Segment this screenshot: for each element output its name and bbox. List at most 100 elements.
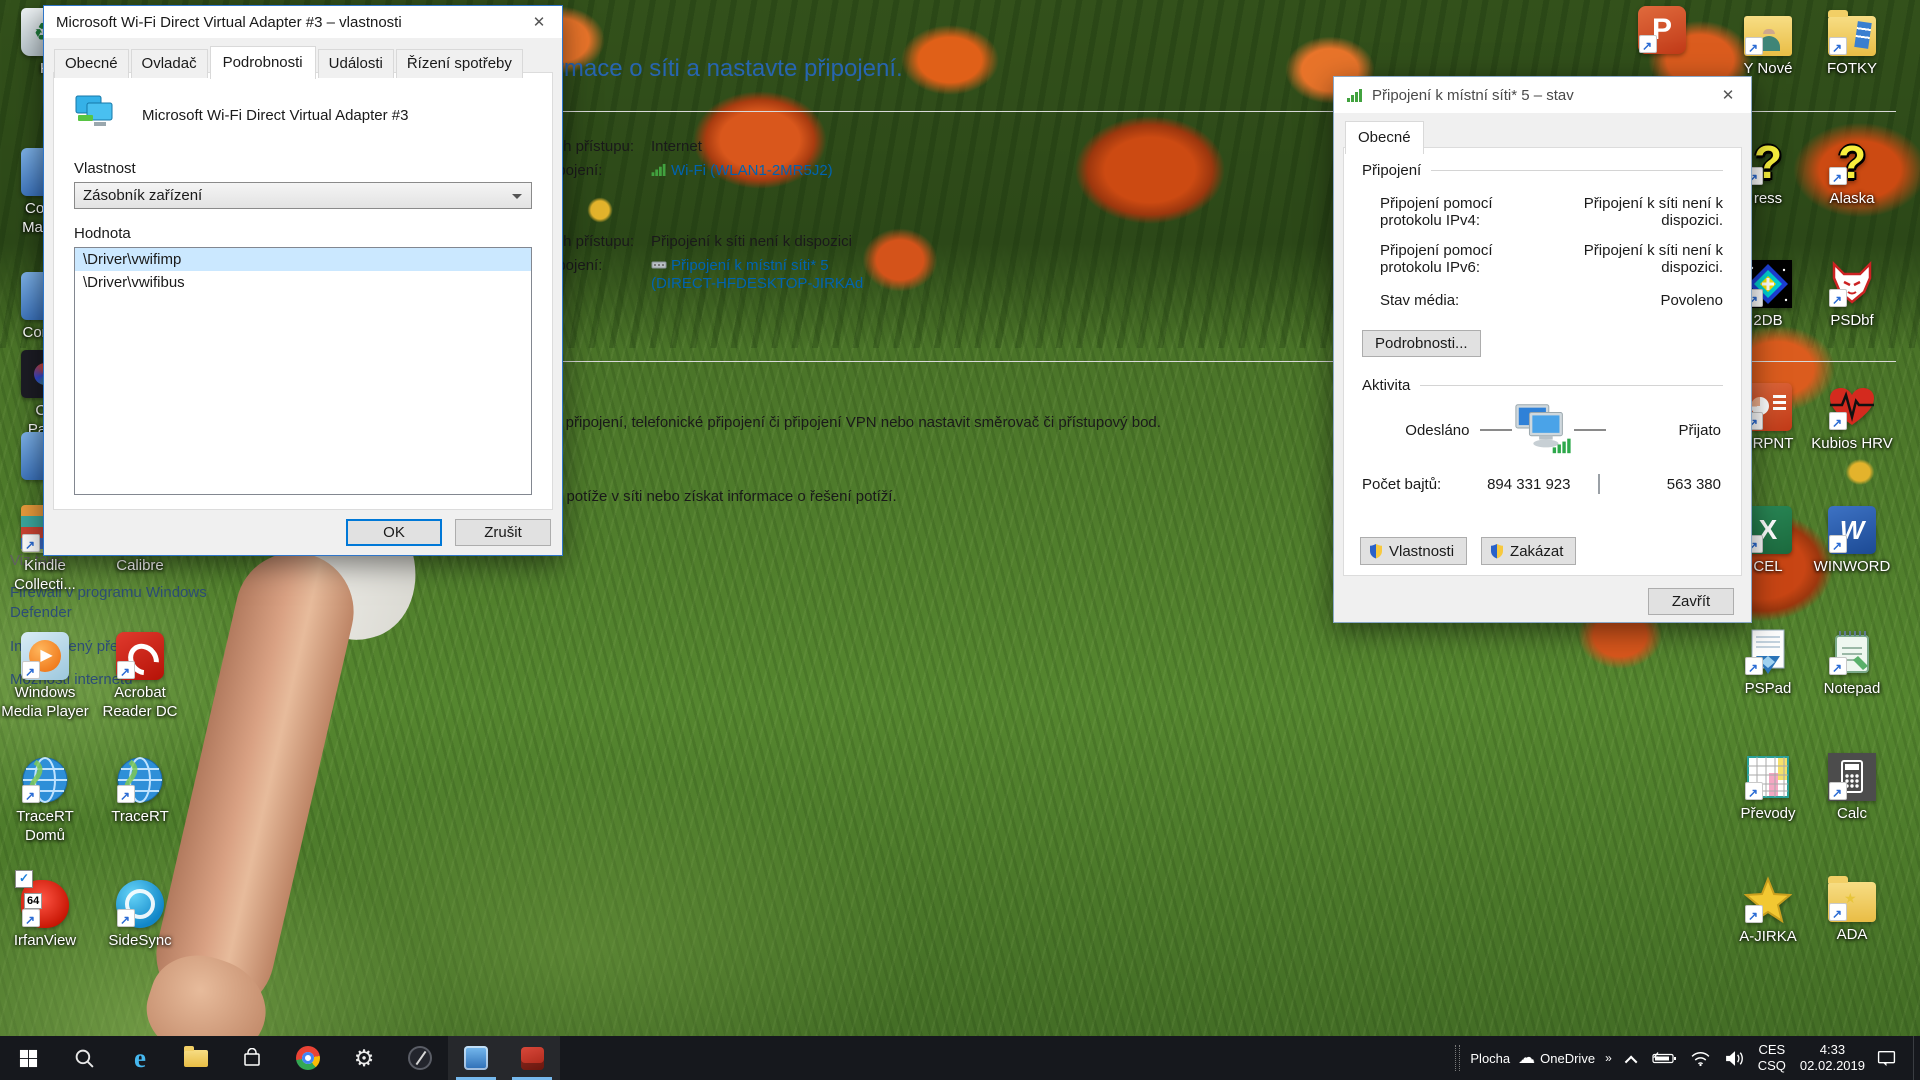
desktop-icon-ajirka[interactable]: A-JIRKA: [1720, 876, 1816, 947]
group-connection-label: Připojení: [1362, 162, 1421, 179]
status-dialog-titlebar[interactable]: Připojení k místní síti* 5 – stav ✕: [1334, 77, 1751, 113]
properties-button[interactable]: Vlastnosti: [1360, 537, 1467, 565]
edge-icon: e: [134, 1045, 146, 1072]
cancel-button[interactable]: Zrušit: [455, 519, 551, 546]
system-tray: Plocha OneDrive » CES CSQ 4:33 02.02.201…: [1451, 1036, 1920, 1080]
close-icon[interactable]: ✕: [1705, 77, 1751, 113]
close-button[interactable]: Zavřít: [1648, 588, 1734, 615]
tab-podrobnosti[interactable]: Podrobnosti: [210, 46, 316, 79]
taskbar-browser-circle[interactable]: [392, 1036, 448, 1080]
desktop-icon-label: A-JIRKA: [1720, 928, 1816, 947]
list-item[interactable]: \Driver\vwifibus: [75, 271, 531, 294]
ipv6-label: Připojení pomocí protokolu IPv6:: [1380, 242, 1555, 276]
search-icon: [74, 1048, 95, 1069]
wifi-connection-link[interactable]: Wi-Fi (WLAN1-2MR5J2): [671, 162, 833, 179]
access-type-value: Připojení k síti není k dispozici: [651, 233, 866, 250]
network-details: Druh přístupu: Internet Připojení: Wi-Fi…: [524, 136, 896, 231]
dash-line: [1574, 429, 1606, 431]
taskbar-file-explorer[interactable]: [168, 1036, 224, 1080]
activity-computers-icon: [1512, 402, 1574, 458]
desktop-icon-wmp[interactable]: Windows Media Player: [0, 632, 93, 722]
taskbar: e ⚙ Plocha OneDrive » CES CSQ 4:33 02.02…: [0, 1036, 1920, 1080]
details-button[interactable]: Podrobnosti...: [1362, 330, 1481, 357]
desktop-icon-pspad[interactable]: PSPad: [1720, 628, 1816, 699]
taskbar-edge[interactable]: e: [112, 1036, 168, 1080]
search-button[interactable]: [56, 1036, 112, 1080]
list-item-selected[interactable]: \Driver\vwifimp: [75, 248, 531, 271]
clock[interactable]: 4:33 02.02.2019: [1800, 1042, 1865, 1075]
lan-connection-link[interactable]: Připojení k místní síti* 5: [671, 257, 829, 274]
taskbar-red-app[interactable]: [504, 1036, 560, 1080]
taskbar-store[interactable]: [224, 1036, 280, 1080]
hidden-icons-chevron[interactable]: [1624, 1055, 1637, 1068]
taskbar-settings[interactable]: ⚙: [336, 1036, 392, 1080]
start-button[interactable]: [0, 1036, 56, 1080]
disable-button[interactable]: Zakázat: [1481, 537, 1576, 565]
taskbar-control-panel[interactable]: [448, 1036, 504, 1080]
desktop-icon-fotky[interactable]: FOTKY: [1804, 10, 1900, 79]
desktop-icon-irfanview[interactable]: IrfanView: [0, 880, 93, 951]
chevron-down-icon: [512, 194, 522, 204]
value-label: Hodnota: [74, 225, 532, 242]
ethernet-icon: [651, 258, 667, 275]
properties-dialog-titlebar[interactable]: Microsoft Wi-Fi Direct Virtual Adapter #…: [44, 6, 562, 38]
windows-media-player-icon: [21, 632, 69, 680]
device-name: Microsoft Wi-Fi Direct Virtual Adapter #…: [142, 107, 408, 124]
media-state-value: Povoleno: [1555, 292, 1723, 309]
desktop-icon-prevody[interactable]: Převody: [1720, 753, 1816, 824]
wifi-tray-icon[interactable]: [1690, 1050, 1711, 1067]
desktop-icon-kubios[interactable]: Kubios HRV: [1804, 383, 1900, 454]
desktop-icon-psdbf[interactable]: PSDbf: [1804, 260, 1900, 331]
desktop-icon-label: Kubios HRV: [1804, 435, 1900, 454]
desktop-icon-tracert[interactable]: TraceRT: [92, 756, 188, 827]
tab-obecne[interactable]: Obecné: [54, 49, 129, 78]
control-panel-icon: [464, 1046, 488, 1070]
desktop-icon-notepad[interactable]: Notepad: [1804, 628, 1900, 699]
desktop-icon-powerpoint[interactable]: [1614, 6, 1710, 58]
desktop-icon-y-nove[interactable]: Y Nové: [1720, 10, 1816, 79]
show-desktop-button[interactable]: [1913, 1036, 1920, 1080]
desktop-icon-tracert-domu[interactable]: TraceRT Domů: [0, 756, 93, 846]
property-dropdown[interactable]: Zásobník zařízení: [74, 182, 532, 209]
received-label: Přijato: [1606, 422, 1724, 439]
uac-shield-icon: [1369, 543, 1383, 559]
desktop-icon-label: WINWORD: [1804, 558, 1900, 577]
desktop-icon-label: TraceRT Domů: [0, 808, 93, 846]
tab-udalosti[interactable]: Události: [318, 49, 394, 78]
desktop-icon-acrobat[interactable]: Acrobat Reader DC: [92, 632, 188, 722]
value-listbox[interactable]: \Driver\vwifimp \Driver\vwifibus: [74, 247, 532, 495]
properties-dialog-page: Microsoft Wi-Fi Direct Virtual Adapter #…: [53, 72, 553, 510]
toolbar-grip[interactable]: [1455, 1045, 1460, 1071]
store-bag-icon: [242, 1048, 262, 1068]
ok-button[interactable]: OK: [346, 519, 442, 546]
language-indicator[interactable]: CES CSQ: [1758, 1042, 1786, 1075]
ipv6-value: Připojení k síti není k dispozici.: [1555, 242, 1723, 276]
sent-label: Odesláno: [1362, 422, 1480, 439]
divider: [1598, 474, 1600, 494]
action-center-icon[interactable]: [1877, 1050, 1896, 1067]
speaker-icon[interactable]: [1724, 1050, 1745, 1067]
toolbar-overflow-chevron[interactable]: »: [1605, 1051, 1612, 1065]
desktop-icon-calc[interactable]: Calc: [1804, 753, 1900, 824]
irfanview-icon: [21, 880, 69, 928]
desktop-icon-alaska[interactable]: Alaska: [1804, 138, 1900, 209]
desktop-icon-label: Calibre: [92, 557, 188, 576]
onedrive-tray-item[interactable]: OneDrive: [1518, 1048, 1595, 1068]
battery-icon[interactable]: [1651, 1051, 1677, 1065]
tab-obecne[interactable]: Obecné: [1345, 121, 1424, 154]
powerpoint-icon: [1638, 6, 1686, 54]
chrome-icon: [296, 1046, 320, 1070]
fox-icon: [1828, 260, 1876, 308]
lan-connection-link-line2[interactable]: (DIRECT-HFDESKTOP-JIRKAd: [651, 275, 863, 292]
desktop-icon-winword[interactable]: WINWORD: [1804, 506, 1900, 577]
lan-status-dialog: Připojení k místní síti* 5 – stav ✕ Obec…: [1333, 76, 1752, 623]
desktop-icon-sidesync[interactable]: SideSync: [92, 880, 188, 951]
taskbar-chrome[interactable]: [280, 1036, 336, 1080]
tab-ovladac[interactable]: Ovladač: [131, 49, 208, 78]
desktop-toolbar-label[interactable]: Plocha: [1470, 1051, 1510, 1066]
tab-rizeni-spotreby[interactable]: Řízení spotřeby: [396, 49, 523, 78]
desktop-icon-ada[interactable]: ADA: [1804, 876, 1900, 945]
red-app-icon: [521, 1047, 544, 1070]
close-icon[interactable]: ✕: [516, 6, 562, 38]
globe-icon: [116, 756, 164, 804]
